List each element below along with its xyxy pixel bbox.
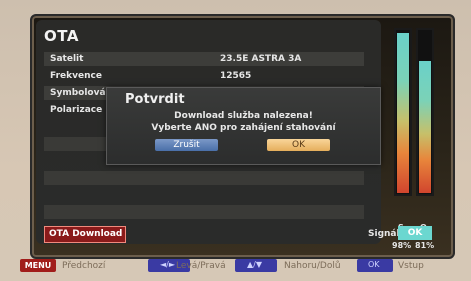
dialog-message-line1: Download služba nalezena!	[174, 111, 313, 121]
field-label: Satelit	[50, 54, 84, 64]
cancel-button[interactable]: Zrušit	[155, 139, 218, 151]
field-value: 23.5E ASTRA 3A	[220, 54, 302, 64]
confirm-dialog: Potvrdit Download služba nalezena! Vyber…	[106, 87, 381, 165]
signal-meters: S Q 98% 81%	[392, 28, 438, 250]
key-legend: MENU Předchozí ◄/► Levá/Pravá ▲/▼ Nahoru…	[0, 259, 471, 281]
menu-key: MENU	[20, 259, 56, 272]
page-title: OTA	[44, 27, 79, 45]
ok-key-label: OK	[368, 260, 380, 269]
signal-status-badge: OK	[398, 226, 432, 240]
quality-meter-fill	[419, 61, 431, 193]
quality-percent: 81%	[415, 241, 435, 250]
up-down-key: ▲/▼	[235, 259, 277, 272]
ok-button[interactable]: OK	[267, 139, 330, 151]
empty-row	[44, 205, 364, 219]
strength-meter	[394, 28, 412, 196]
field-label: Frekvence	[50, 71, 102, 81]
field-row-frequency[interactable]: Frekvence 12565	[44, 69, 364, 83]
empty-row	[44, 171, 364, 185]
signal-label: Signál	[368, 229, 400, 239]
dialog-message-line2: Vyberte ANO pro zahájení stahování	[151, 123, 336, 133]
ota-download-button[interactable]: OTA Download	[44, 226, 126, 243]
field-value: 12565	[220, 71, 252, 81]
ok-key: OK	[357, 259, 393, 272]
strength-meter-fill	[397, 33, 409, 193]
left-right-arrows-icon: ◄/►	[160, 260, 175, 269]
field-label: Polarizace	[50, 105, 103, 115]
field-label: Symbolová r	[50, 88, 114, 98]
field-row-satellite[interactable]: Satelit 23.5E ASTRA 3A	[44, 52, 364, 66]
left-right-key-text: Levá/Pravá	[176, 261, 226, 271]
up-down-arrows-icon: ▲/▼	[247, 260, 262, 269]
quality-meter	[416, 28, 434, 196]
up-down-key-text: Nahoru/Dolů	[284, 261, 341, 271]
dialog-title: Potvrdit	[125, 92, 185, 107]
ok-key-text: Vstup	[398, 261, 424, 271]
menu-key-text: Předchozí	[62, 261, 106, 271]
strength-percent: 98%	[392, 241, 412, 250]
